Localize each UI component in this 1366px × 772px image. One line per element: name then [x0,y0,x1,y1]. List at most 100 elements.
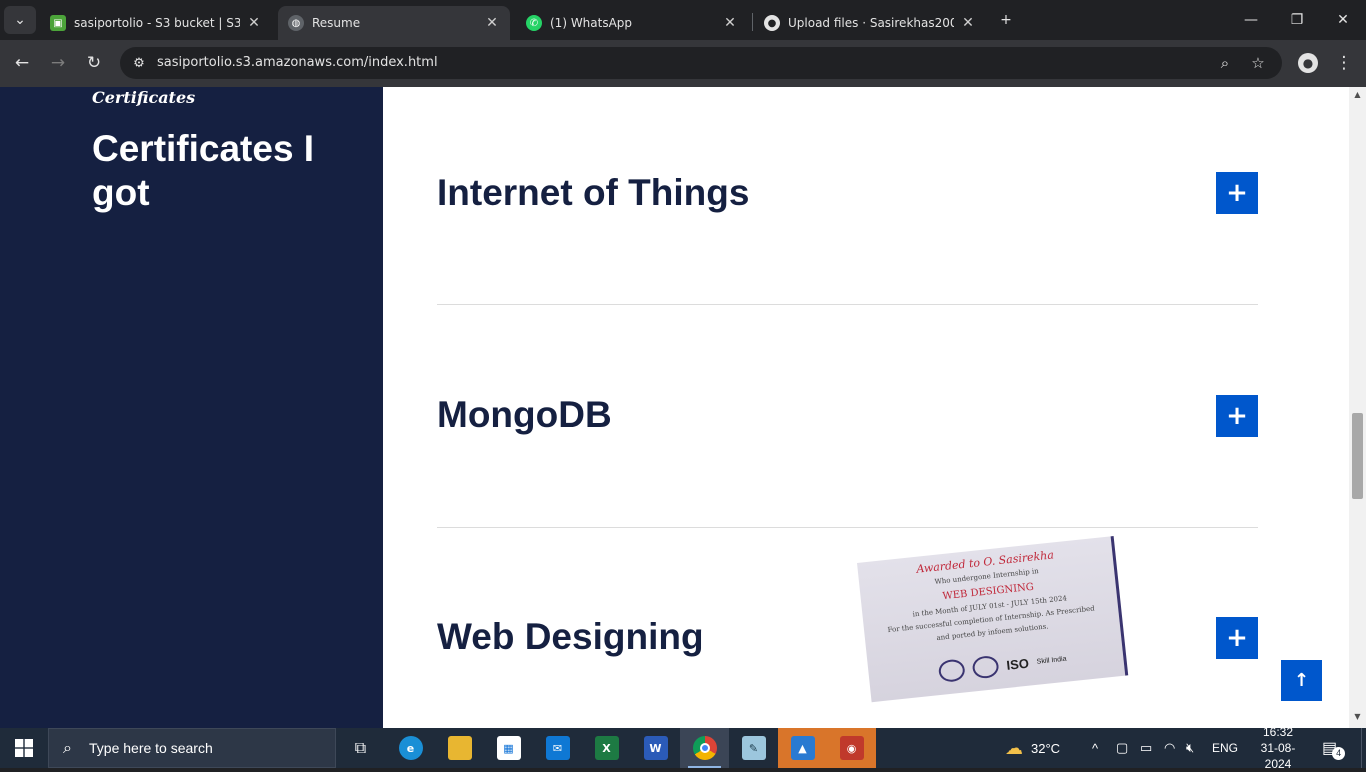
reload-button[interactable]: ↻ [80,50,108,76]
mail-icon: ✉ [545,736,570,760]
certificate-seals: ISO Skill India [937,648,1068,683]
weather-widget[interactable]: ☁ 32°C [1005,728,1060,768]
back-to-top-button[interactable]: ↑ [1281,660,1322,701]
clock[interactable]: 16:32 31-08-2024 [1250,725,1306,771]
clock-date: 31-08-2024 [1260,741,1296,771]
tab-github-upload[interactable]: ● Upload files · Sasirekhas2004/p ✕ [754,6,986,40]
minimize-button[interactable]: — [1228,0,1274,40]
expand-button-web-designing[interactable]: + [1216,617,1258,659]
menu-button[interactable]: ⋮ [1330,50,1358,76]
clock-time: 16:32 [1262,725,1294,739]
start-button[interactable] [0,728,48,768]
tab-separator [752,13,753,31]
close-icon[interactable]: ✕ [484,15,500,31]
tab-whatsapp[interactable]: ✆ (1) WhatsApp ✕ [516,6,748,40]
back-button[interactable]: ← [8,50,36,76]
certificate-title-iot[interactable]: Internet of Things [437,172,749,214]
task-view-button[interactable]: ⧉ [336,728,385,768]
scrollbar-thumb[interactable] [1352,413,1363,499]
divider [437,527,1258,528]
zoom-icon[interactable]: ⌕ [1214,52,1236,74]
close-window-button[interactable]: ✕ [1320,0,1366,40]
word-icon: W [643,736,668,760]
seal-icon [937,658,966,683]
tab-s3-bucket[interactable]: ▣ sasiportolio - S3 bucket | S3 | us ✕ [40,6,272,40]
app-icon: ◉ [839,736,864,760]
taskbar-photos[interactable]: ▲ [778,728,827,768]
forward-button[interactable]: → [44,50,72,76]
section-heading: Certificates I got [92,128,315,213]
profile-button[interactable]: ● [1294,50,1322,76]
reload-icon: ↻ [86,53,102,73]
taskbar-store[interactable]: ▦ [484,728,533,768]
excel-icon: X [594,736,619,760]
notification-center[interactable]: ▤ 4 [1322,728,1346,768]
taskbar-notes[interactable]: ✎ [729,728,778,768]
tab-title: (1) WhatsApp [550,16,633,30]
show-hidden-icons[interactable]: ^ [1092,728,1098,768]
profile-icon: ● [1298,53,1318,73]
bookmark-star-icon[interactable]: ☆ [1247,52,1269,74]
restore-button[interactable]: ❐ [1274,0,1320,40]
battery-icon[interactable]: ▭ [1140,728,1152,768]
windows-logo-icon [15,739,33,757]
kebab-menu-icon: ⋮ [1335,53,1353,73]
show-desktop-button[interactable] [1361,728,1366,768]
close-icon[interactable]: ✕ [960,15,976,31]
task-view-icon: ⧉ [354,738,367,757]
taskbar-chrome[interactable] [680,728,729,768]
new-tab-button[interactable]: + [990,0,1022,40]
certificate-title-web-designing[interactable]: Web Designing [437,616,704,658]
site-info-icon[interactable]: ⚙ [128,52,150,74]
expand-button-mongodb[interactable]: + [1216,395,1258,437]
whatsapp-icon: ✆ [526,15,542,31]
taskbar-excel[interactable]: X [582,728,631,768]
tab-title: sasiportolio - S3 bucket | S3 | us [74,16,240,30]
divider [437,304,1258,305]
speaker-muted-icon[interactable]: 🔇︎ [1186,728,1194,768]
globe-icon: ◍ [288,15,304,31]
certificate-title-mongodb[interactable]: MongoDB [437,394,612,436]
taskbar-app-orange[interactable]: ◉ [827,728,876,768]
plus-icon: + [1000,12,1012,28]
tab-title: Upload files · Sasirekhas2004/p [788,16,954,30]
chevron-down-icon: ⌄ [14,12,26,28]
tab-search-button[interactable]: ⌄ [4,6,36,34]
chrome-icon [692,736,717,760]
url-text[interactable]: sasiportolio.s3.amazonaws.com/index.html [157,55,438,70]
search-icon: ⌕ [63,738,72,757]
s3-bucket-icon: ▣ [50,15,66,31]
arrow-right-icon: → [50,53,66,73]
page-viewport: Certificates Certificates I got Internet… [0,87,1366,728]
store-icon: ▦ [496,736,521,760]
weather-temp: 32°C [1031,740,1061,756]
close-icon[interactable]: ✕ [246,15,262,31]
wifi-icon[interactable]: ◠ [1164,728,1175,768]
close-icon[interactable]: ✕ [722,15,738,31]
notification-count: 4 [1332,746,1346,760]
photos-icon: ▲ [790,736,815,760]
page-scrollbar[interactable]: ▲ ▼ [1349,87,1366,728]
language-indicator[interactable]: ENG [1212,728,1238,768]
expand-button-iot[interactable]: + [1216,172,1258,214]
tab-resume[interactable]: ◍ Resume ✕ [278,6,510,40]
edge-icon: e [398,736,423,760]
meet-now-icon[interactable]: ▢ [1116,728,1128,768]
iso-logo: ISO [1005,655,1030,673]
arrow-left-icon: ← [14,53,30,73]
scroll-up-arrow-icon[interactable]: ▲ [1349,90,1366,102]
restore-icon: ❐ [1290,12,1304,28]
taskbar-file-explorer[interactable] [435,728,484,768]
taskbar-mail[interactable]: ✉ [533,728,582,768]
windows-taskbar: ⌕ Type here to search ⧉ e ▦ ✉ X W ✎ ▲ ◉ … [0,725,1366,771]
taskbar-search-box[interactable]: ⌕ Type here to search [48,728,336,768]
scroll-down-arrow-icon[interactable]: ▼ [1349,712,1366,724]
browser-toolbar: ← → ↻ ⚙ sasiportolio.s3.amazonaws.com/in… [0,40,1366,87]
taskbar-edge[interactable]: e [386,728,435,768]
search-placeholder: Type here to search [89,740,213,756]
seal-icon [971,654,1000,680]
address-bar[interactable]: ⚙ sasiportolio.s3.amazonaws.com/index.ht… [120,47,1282,79]
close-icon: ✕ [1337,12,1349,28]
taskbar-word[interactable]: W [631,728,680,768]
minimize-icon: — [1244,12,1258,28]
